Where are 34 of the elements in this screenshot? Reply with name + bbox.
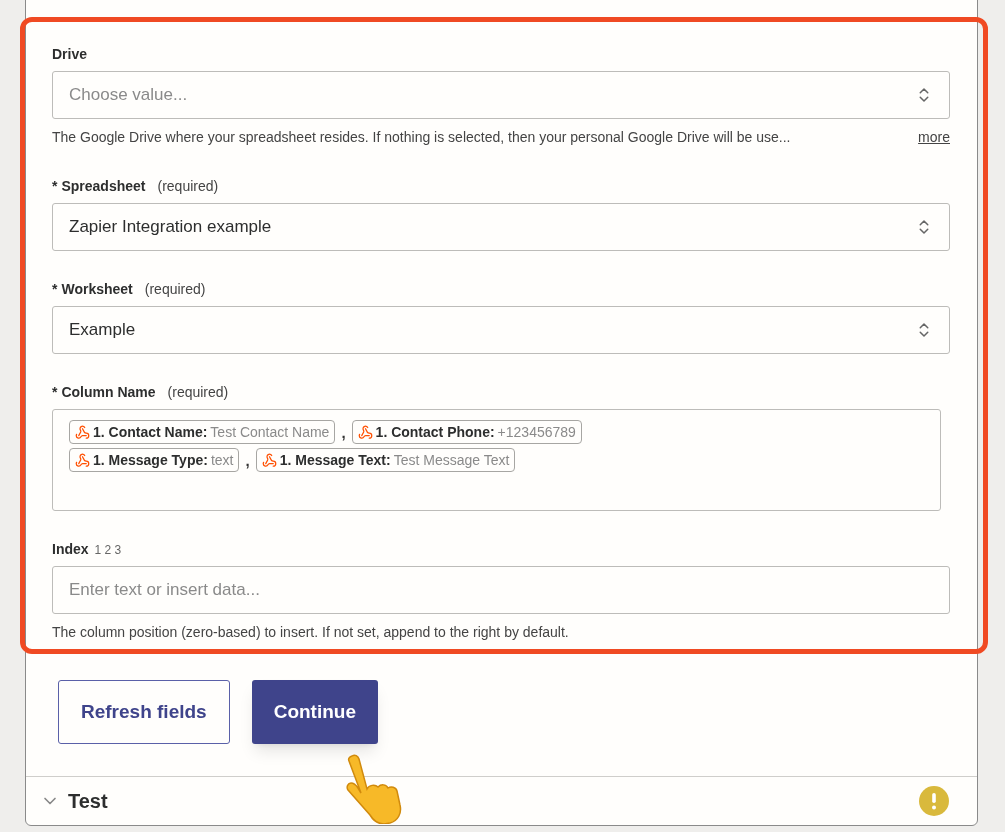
section-title[interactable]: Test xyxy=(68,786,108,816)
data-token[interactable]: 1. Message Text: Test Message Text xyxy=(255,448,516,472)
token-separator: , xyxy=(340,422,347,443)
help-text: The Google Drive where your spreadsheet resides. If nothing is selected, then your personal Google Drive will be use... xyxy=(52,128,791,147)
webhook-icon xyxy=(357,424,373,440)
field-label: Worksheet xyxy=(61,280,133,299)
text-input-field[interactable]: Enter text or insert data... xyxy=(52,566,950,614)
pointing-hand-icon xyxy=(344,752,404,824)
refresh-button[interactable]: Refresh fields xyxy=(58,680,230,744)
select-field[interactable]: Example xyxy=(52,306,950,354)
select-field[interactable]: Choose value... xyxy=(52,71,950,119)
required-asterisk: * xyxy=(52,383,58,402)
webhook-icon xyxy=(75,424,90,440)
field-note: (required) xyxy=(167,383,229,402)
token-separator: , xyxy=(244,450,251,471)
field-note: 1 2 3 xyxy=(94,542,122,559)
data-token[interactable]: 1. Contact Name: Test Contact Name xyxy=(69,420,336,444)
required-asterisk: * xyxy=(52,177,58,196)
webhook-icon xyxy=(75,452,90,468)
more-link[interactable]: more xyxy=(918,127,950,148)
help-text: The column position (zero-based) to insert. If not set, append to the right by default. xyxy=(52,623,569,642)
field-note: (required) xyxy=(157,177,219,196)
required-asterisk: * xyxy=(52,280,58,299)
field-note: (required) xyxy=(144,280,206,299)
field-label: Drive xyxy=(52,45,88,64)
field-label: Spreadsheet xyxy=(61,177,146,196)
field-label: Column Name xyxy=(61,383,156,402)
token-field[interactable]: 1. Contact Name: Test Contact Name , 1. Contact Phone: +123456789 1. Message Type: text , 1. Message Text: Test Message Text xyxy=(52,409,941,511)
webhook-icon xyxy=(261,452,277,468)
continue-button[interactable]: Continue xyxy=(251,680,378,744)
data-token[interactable]: 1. Message Type: text xyxy=(69,448,240,472)
data-token[interactable]: 1. Contact Phone: +123456789 xyxy=(351,420,582,444)
select-field[interactable]: Zapier Integration example xyxy=(52,203,950,251)
field-label: Index xyxy=(52,540,89,559)
